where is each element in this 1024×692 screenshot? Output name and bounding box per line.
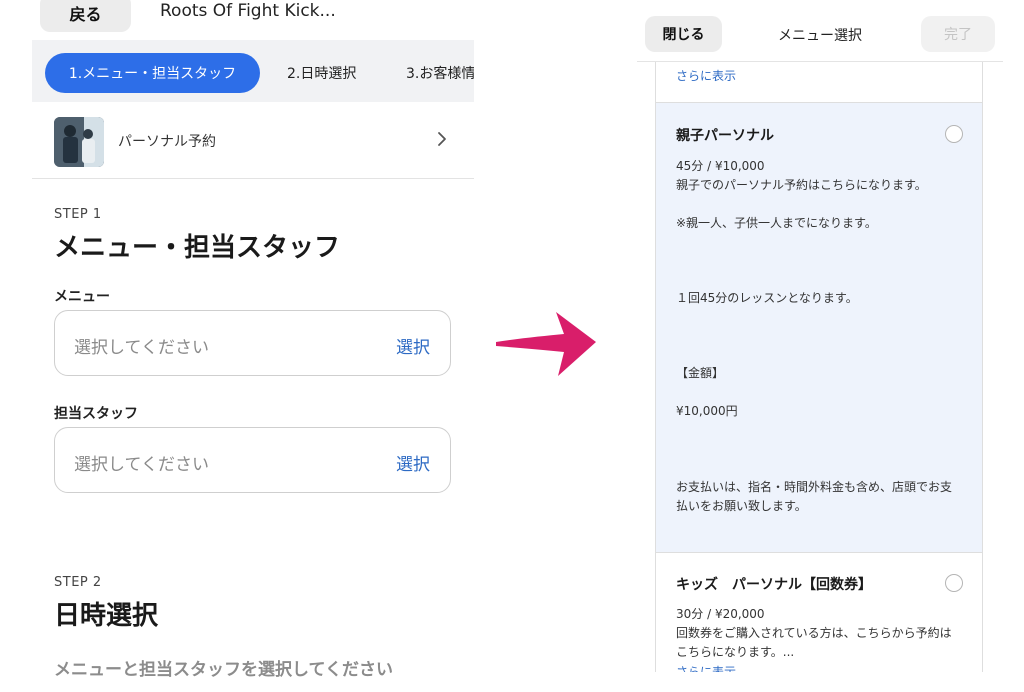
plan-label: パーソナル予約 (118, 134, 216, 150)
tab-menu-staff[interactable]: 1.メニュー・担当スタッフ (45, 53, 260, 93)
close-button[interactable]: 閉じる (645, 16, 722, 52)
menu-card-desc-line: こちらになります。... (676, 645, 795, 659)
menu-card-desc-line: お支払いは、指名・時間外料金も含め、店頭でお支 (676, 480, 953, 494)
chevron-right-icon (438, 132, 446, 146)
show-more-link[interactable]: さらに表示 (676, 67, 736, 84)
done-button[interactable]: 完了 (921, 16, 995, 52)
menu-card-desc-line: ※親一人、子供一人までになります。 (676, 216, 877, 230)
show-more-link[interactable]: さらに表示 (676, 663, 736, 672)
menu-select-screen: 閉じる メニュー選択 完了 さらに表示 親子パーソナル 45分 / ¥10,00… (637, 0, 1003, 692)
back-button[interactable]: 戻る (40, 0, 131, 32)
step2-heading: 日時選択 (54, 601, 159, 631)
staff-select[interactable]: 選択してください 選択 (54, 427, 451, 493)
step2-number: STEP 2 (54, 575, 102, 590)
plan-row[interactable]: パーソナル予約 (32, 103, 474, 179)
shop-title: Roots Of Fight Kick... (160, 1, 336, 21)
menu-select[interactable]: 選択してください 選択 (54, 310, 451, 376)
tab-datetime[interactable]: 2.日時選択 (287, 53, 356, 93)
menu-card-desc-line: 回数券をご購入されている方は、こちらから予約は (676, 626, 952, 640)
menu-select-button[interactable]: 選択 (396, 333, 430, 358)
menu-card-desc-line: 親子でのパーソナル予約はこちらになります。 (676, 178, 927, 192)
tab-customer-info[interactable]: 3.お客様情 (406, 53, 474, 93)
menu-card-desc-line: ¥10,000円 (676, 404, 738, 418)
menu-placeholder: 選択してください (74, 338, 209, 358)
step1-heading: メニュー・担当スタッフ (54, 233, 341, 263)
menu-card-desc-line: 【金額】 (676, 366, 725, 380)
staff-select-button[interactable]: 選択 (396, 450, 430, 475)
menu-card-desc-line: 払いをお願い致します。 (676, 499, 807, 513)
step1-number: STEP 1 (54, 207, 102, 222)
arrow-right-icon (496, 312, 596, 376)
menu-card-radio[interactable] (945, 125, 963, 143)
staff-placeholder: 選択してください (74, 455, 209, 475)
menu-card-name: キッズ パーソナル【回数券】 (676, 577, 872, 593)
step-tabs: 1.メニュー・担当スタッフ 2.日時選択 3.お客様情 (32, 40, 474, 102)
top-bar: 戻る Roots Of Fight Kick... (32, 0, 474, 40)
booking-screen: 戻る Roots Of Fight Kick... 1.メニュー・担当スタッフ … (32, 0, 474, 692)
menu-list: さらに表示 親子パーソナル 45分 / ¥10,000 親子でのパーソナル予約は… (655, 62, 983, 672)
menu-card-price: 45分 / ¥10,000 (676, 159, 765, 173)
step2-hint: メニューと担当スタッフを選択してください (54, 660, 393, 680)
menu-card[interactable]: キッズ パーソナル【回数券】 30分 / ¥20,000 回数券をご購入されてい… (656, 552, 982, 672)
modal-header: 閉じる メニュー選択 完了 (637, 0, 1003, 62)
menu-card-name: 親子パーソナル (676, 128, 774, 144)
menu-card-radio[interactable] (945, 574, 963, 592)
menu-card-desc-line: １回45分のレッスンとなります。 (676, 291, 858, 305)
staff-label: 担当スタッフ (54, 406, 138, 422)
plan-thumbnail (54, 117, 104, 167)
menu-label: メニュー (54, 289, 110, 305)
menu-card[interactable]: 親子パーソナル 45分 / ¥10,000 親子でのパーソナル予約はこちらになり… (656, 102, 982, 552)
menu-card-price: 30分 / ¥20,000 (676, 607, 765, 621)
